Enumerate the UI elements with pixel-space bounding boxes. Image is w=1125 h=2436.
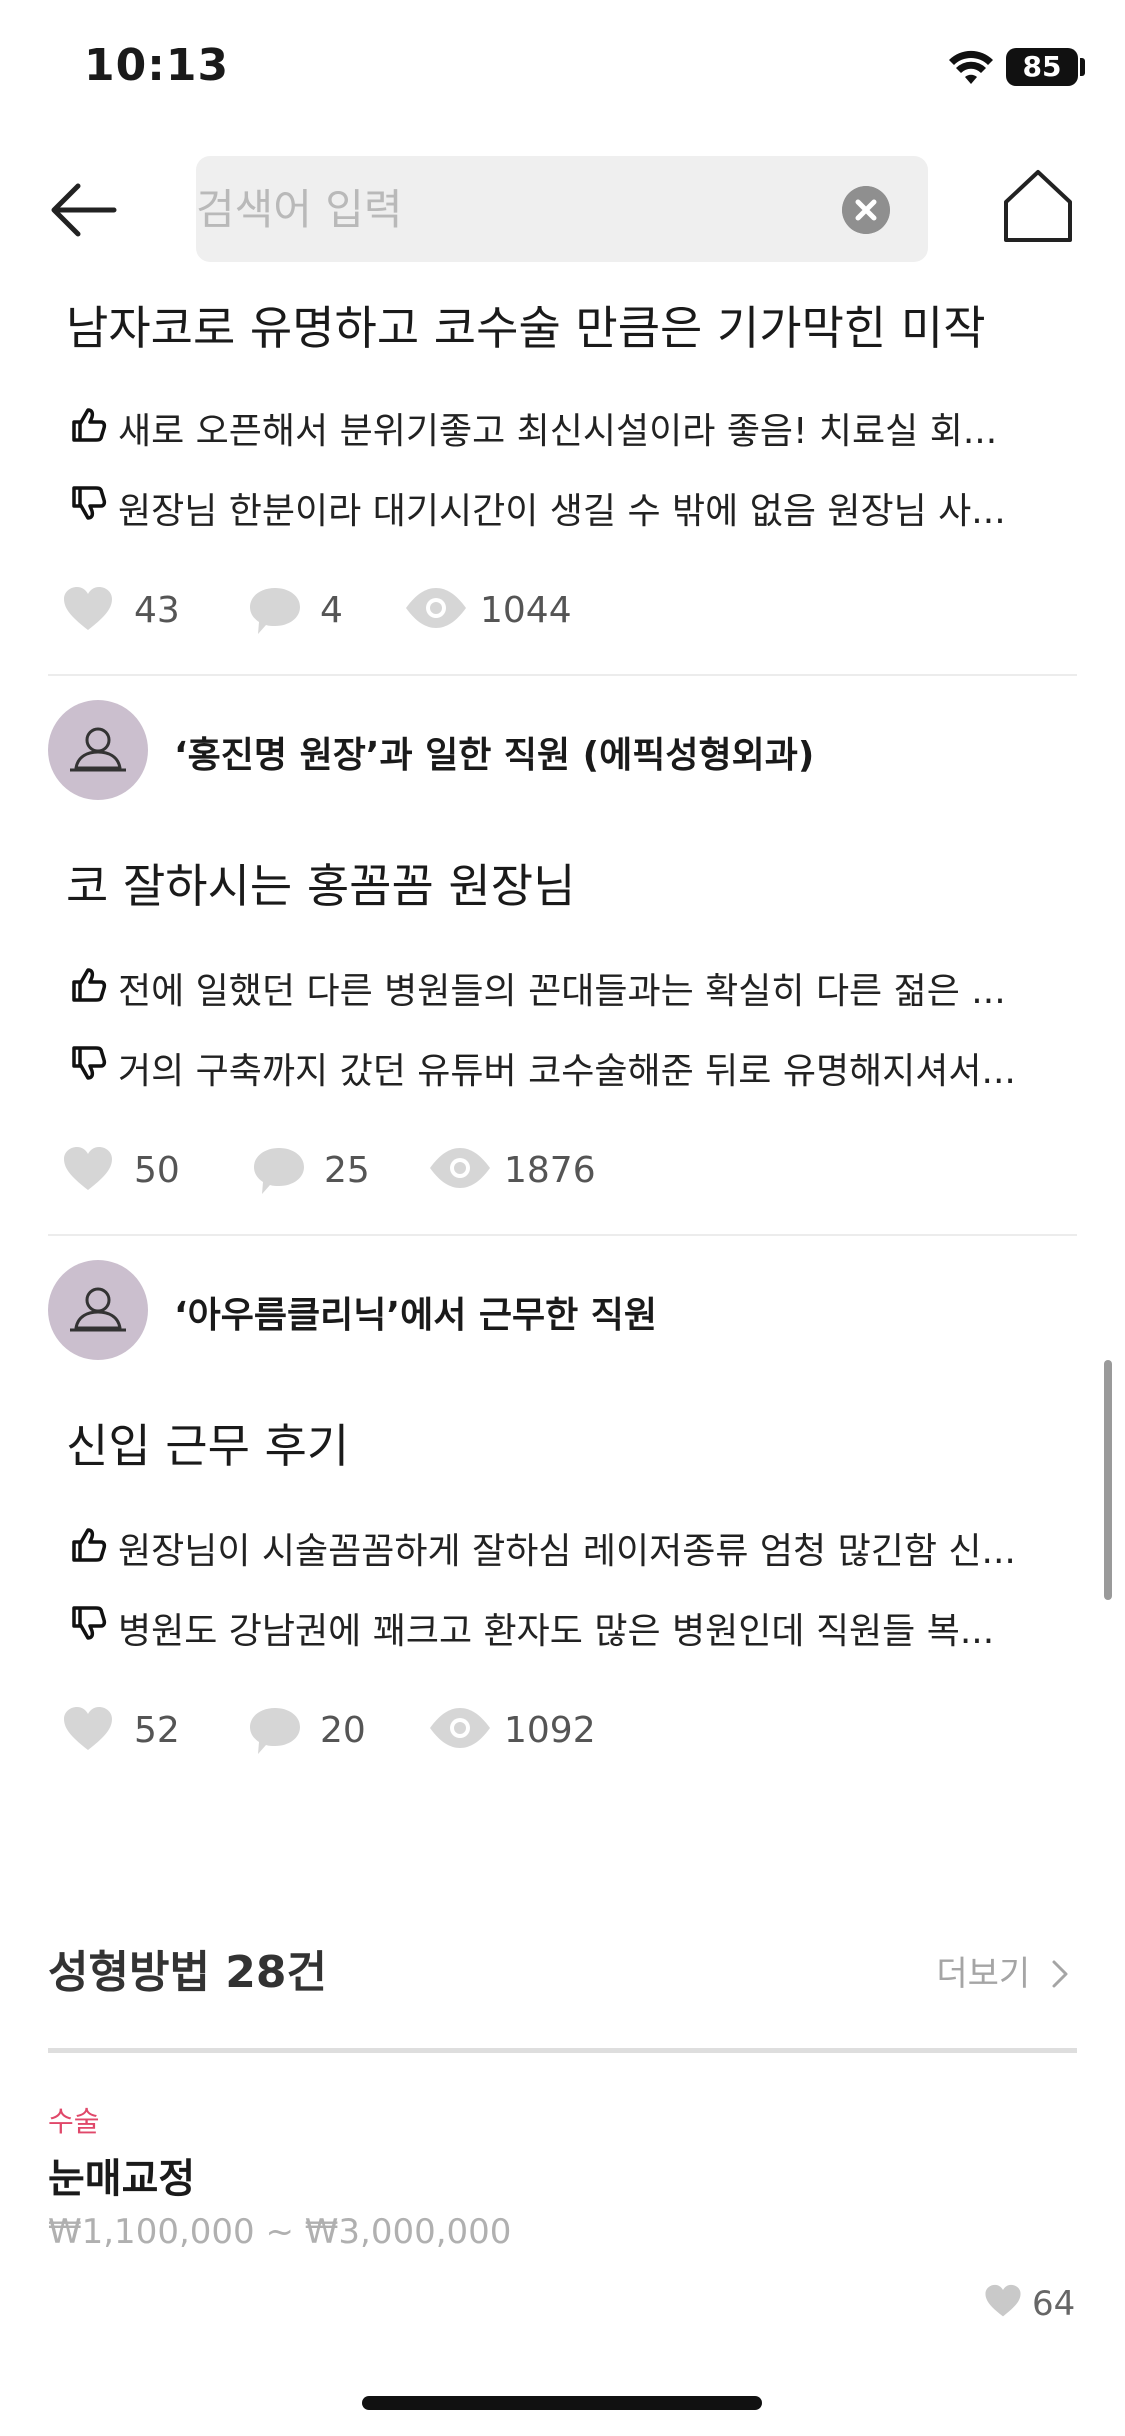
procedure-like[interactable]: 64: [984, 2278, 1084, 2328]
review-pros-text: 전에 일했던 다른 병원들의 꼰대들과는 확실히 다른 젊은 ...: [118, 971, 1006, 1012]
heart-icon: [64, 587, 112, 630]
eye-icon: [430, 1148, 490, 1188]
review-pros-text: 새로 오픈해서 분위기좋고 최신시설이라 좋음! 치료실 회...: [118, 411, 998, 452]
review-cons-text: 병원도 강남권에 꽤크고 환자도 많은 병원인데 직원들 복...: [118, 1611, 995, 1652]
review-cons-text: 거의 구축까지 갔던 유튜버 코수술해준 뒤로 유명해지셔서...: [118, 1051, 1016, 1092]
procedure-like-count: 64: [1032, 2284, 1076, 2324]
avatar: [48, 1260, 148, 1360]
thumbs-up-icon: [72, 968, 107, 1002]
back-arrow-icon[interactable]: [44, 170, 124, 250]
like-stat[interactable]: 52: [62, 1700, 192, 1760]
thumbs-up-icon: [72, 1528, 107, 1562]
review-card[interactable]: 남자코로 유명하고 코수술 만큼은 기가막힌 미작 새로 오픈해서 분위기좋고 …: [48, 280, 1077, 660]
home-icon[interactable]: [1000, 166, 1076, 246]
procedure-category: 수술: [48, 2105, 100, 2138]
battery-tip: [1080, 58, 1085, 76]
search-header: [0, 150, 1125, 270]
avatar: [48, 700, 148, 800]
review-card[interactable]: ‘홍진명 원장’과 일한 직원 (에픽성형외과) 코 잘하시는 홍꼼꼼 원장님 …: [48, 700, 1077, 1220]
comment-icon: [250, 588, 300, 634]
search-box: [196, 156, 928, 262]
comment-icon: [254, 1148, 304, 1194]
view-count: 1044: [480, 590, 572, 631]
comment-icon: [250, 1708, 300, 1754]
heart-icon: [64, 1147, 112, 1190]
battery-indicator: 85: [1006, 48, 1078, 86]
thumbs-up-icon: [72, 408, 107, 442]
review-cons: 원장님 한분이라 대기시간이 생길 수 밖에 없음 원장님 사...: [68, 478, 1073, 532]
review-pros: 새로 오픈해서 분위기좋고 최신시설이라 좋음! 치료실 회...: [68, 398, 1073, 452]
comment-count: 4: [320, 590, 343, 631]
procedures-header: 성형방법 28건 더보기: [48, 1930, 1077, 2000]
thumbs-down-icon: [72, 486, 107, 520]
comment-stat[interactable]: 4: [248, 580, 368, 640]
review-author: ‘홍진명 원장’과 일한 직원 (에픽성형외과): [48, 700, 1077, 800]
view-stat: 1876: [428, 1140, 628, 1200]
comment-count: 20: [320, 1710, 366, 1751]
review-cons-text: 원장님 한분이라 대기시간이 생길 수 밖에 없음 원장님 사...: [118, 491, 1006, 532]
review-title: 코 잘하시는 홍꼼꼼 원장님: [66, 859, 576, 913]
heart-icon: [64, 1707, 112, 1750]
review-author: ‘아우름클리닉’에서 근무한 직원: [48, 1260, 1077, 1360]
chevron-right-icon: [1052, 1960, 1068, 1988]
home-indicator[interactable]: [362, 2396, 762, 2410]
thumbs-down-icon: [72, 1606, 107, 1640]
scrollbar[interactable]: [1104, 1360, 1112, 1600]
procedure-name: 눈매교정: [48, 2156, 196, 2202]
clear-icon[interactable]: [842, 186, 890, 234]
comment-count: 25: [324, 1150, 370, 1191]
wifi-icon: [949, 50, 993, 84]
eye-icon: [430, 1708, 490, 1748]
comment-stat[interactable]: 20: [248, 1700, 378, 1760]
review-stats: 43 4 1044: [62, 580, 1062, 640]
eye-icon: [406, 588, 466, 628]
review-title: 남자코로 유명하고 코수술 만큼은 기가막힌 미작: [66, 301, 986, 355]
like-stat[interactable]: 43: [62, 580, 182, 640]
comment-stat[interactable]: 25: [252, 1140, 382, 1200]
heart-icon: [985, 2284, 1021, 2317]
view-count: 1092: [504, 1710, 596, 1751]
view-count: 1876: [504, 1150, 596, 1191]
status-bar: 10:13 85: [0, 0, 1125, 130]
author-name: ‘홍진명 원장’과 일한 직원 (에픽성형외과): [174, 735, 815, 776]
review-pros-text: 원장님이 시술꼼꼼하게 잘하심 레이저종류 엄청 많긴함 신...: [118, 1531, 1016, 1572]
like-count: 50: [134, 1150, 180, 1191]
like-stat[interactable]: 50: [62, 1140, 192, 1200]
review-stats: 52 20 1092: [62, 1700, 1062, 1760]
review-title: 신입 근무 후기: [66, 1419, 350, 1473]
author-name: ‘아우름클리닉’에서 근무한 직원: [174, 1295, 657, 1336]
view-stat: 1092: [428, 1700, 628, 1760]
card-divider: [48, 1234, 1077, 1236]
section-divider: [48, 2048, 1077, 2053]
review-pros: 전에 일했던 다른 병원들의 꼰대들과는 확실히 다른 젊은 ...: [68, 958, 1073, 1012]
status-time: 10:13: [84, 40, 230, 91]
like-count: 52: [134, 1710, 180, 1751]
procedure-price: ₩1,100,000 ~ ₩3,000,000: [48, 2212, 512, 2252]
search-input[interactable]: [196, 156, 796, 262]
view-stat: 1044: [404, 580, 604, 640]
more-link-label: 더보기: [936, 1954, 1031, 1994]
review-card[interactable]: ‘아우름클리닉’에서 근무한 직원 신입 근무 후기 원장님이 시술꼼꼼하게 잘…: [48, 1260, 1077, 1780]
review-pros: 원장님이 시술꼼꼼하게 잘하심 레이저종류 엄청 많긴함 신...: [68, 1518, 1073, 1572]
review-stats: 50 25 1876: [62, 1140, 1062, 1200]
review-cons: 거의 구축까지 갔던 유튜버 코수술해준 뒤로 유명해지셔서...: [68, 1038, 1073, 1092]
thumbs-down-icon: [72, 1046, 107, 1080]
user-icon: [70, 1287, 126, 1332]
more-link[interactable]: 더보기: [936, 1946, 1071, 1995]
like-count: 43: [134, 590, 180, 631]
user-icon: [70, 727, 126, 772]
review-cons: 병원도 강남권에 꽤크고 환자도 많은 병원인데 직원들 복...: [68, 1598, 1073, 1652]
procedures-title: 성형방법 28건: [48, 1947, 327, 1998]
card-divider: [48, 674, 1077, 676]
